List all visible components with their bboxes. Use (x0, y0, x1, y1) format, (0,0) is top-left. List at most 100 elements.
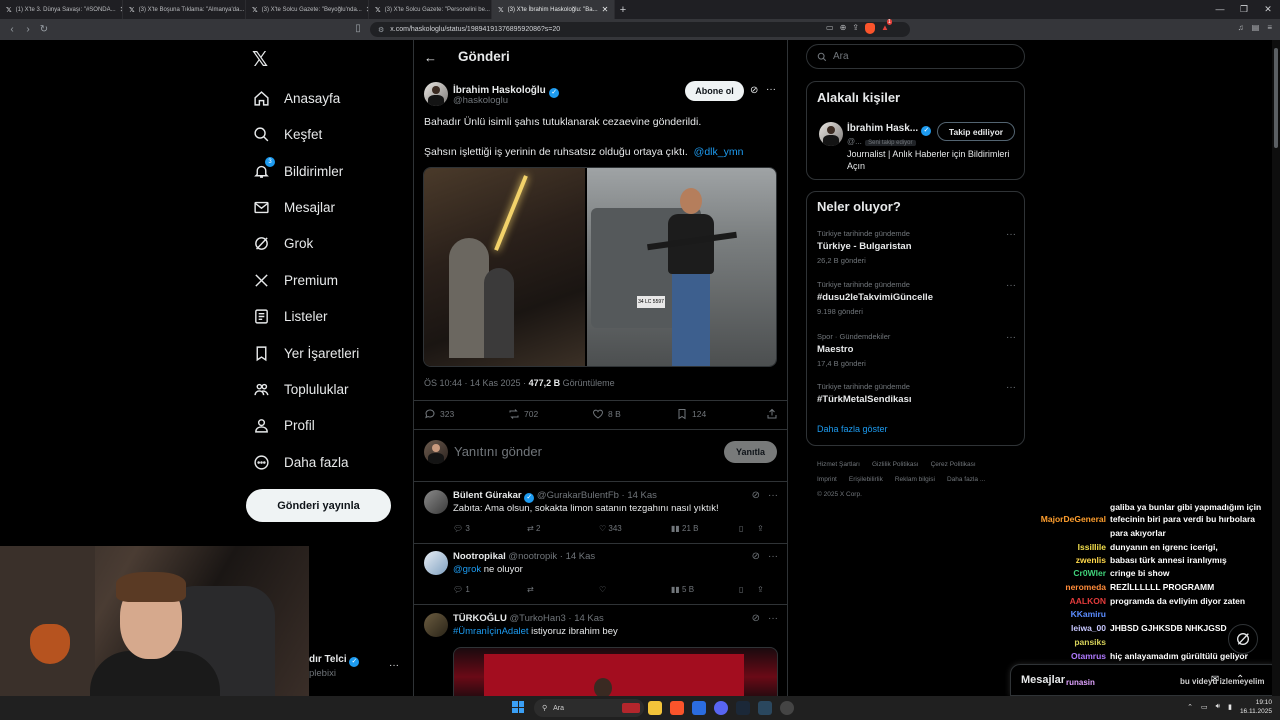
trend-item[interactable]: Türkiye tarihinde gündemde #dusu2leTakvi… (817, 280, 1016, 316)
reply-avatar[interactable] (424, 551, 448, 575)
app-icon[interactable] (692, 701, 706, 715)
discord-icon[interactable] (714, 701, 728, 715)
reply-mention[interactable]: #ÜmranİçinAdalet (453, 626, 529, 637)
grok-explain-icon[interactable]: ⊘ (752, 490, 760, 501)
related-avatar[interactable] (819, 122, 843, 146)
menu-icon[interactable]: ≡ (1267, 23, 1272, 32)
footer-link[interactable]: Gizlilik Politikası (872, 457, 919, 472)
nav-item-premium[interactable]: Premium (252, 268, 338, 292)
network-icon[interactable]: ▭ (1201, 703, 1208, 711)
obs-icon[interactable] (780, 701, 794, 715)
chevron-up-icon[interactable]: ⌃ (1187, 703, 1193, 711)
author-handle[interactable]: @haskologlu (453, 95, 508, 106)
nav-item-grok[interactable]: Grok (252, 231, 313, 255)
restore-icon[interactable]: ❐ (1232, 0, 1256, 19)
footer-link[interactable]: Imprint (817, 472, 837, 487)
browser-tab[interactable]: 𝕏 (3) X'te Solcu Gazete: "Personelini be… (369, 0, 492, 19)
tweet-photo-2[interactable]: 34 LC 5597 (587, 168, 776, 366)
reply-handle[interactable]: @GurakarBulentFb · 14 Kas (537, 490, 657, 501)
sidebar-toggle-icon[interactable]: ▤ (1252, 23, 1260, 32)
bookmark-action[interactable]: 124 (676, 408, 766, 420)
views-action[interactable]: ▮▮ 21 B (671, 524, 739, 533)
nav-item-profil[interactable]: Profil (252, 413, 315, 437)
scrollbar[interactable] (1272, 40, 1280, 696)
steam-icon[interactable] (758, 701, 772, 715)
clock[interactable]: 19:10 16.11.2025 (1240, 698, 1272, 716)
steam-icon[interactable] (736, 701, 750, 715)
bookmark-page-icon[interactable]: ▯ (350, 23, 366, 34)
reply-video[interactable] (453, 647, 778, 697)
like-action[interactable]: 8 B (592, 408, 676, 420)
reply-author[interactable]: Nootropikal (453, 551, 506, 562)
brave-icon[interactable] (670, 701, 684, 715)
x-logo[interactable]: 𝕏 (252, 47, 268, 72)
back-icon[interactable]: ‹ (4, 24, 20, 35)
reply-tweet[interactable]: Bülent Gürakar ✓ @GurakarBulentFb · 14 K… (424, 490, 778, 545)
minimize-icon[interactable]: — (1208, 0, 1232, 19)
reply-author[interactable]: TÜRKOĞLU (453, 613, 507, 624)
tweet-timestamp[interactable]: ÖS 10:44 · 14 Kas 2025 · (424, 378, 529, 388)
tab-close-icon[interactable]: ✕ (602, 5, 609, 14)
reply-action[interactable]: 323 (424, 408, 508, 420)
nav-item-yer-i-şaretleri[interactable]: Yer İşaretleri (252, 341, 359, 365)
nav-item-keşfet[interactable]: Keşfet (252, 122, 322, 146)
nav-item-bildirimler[interactable]: 3 Bildirimler (252, 157, 343, 183)
rewards-icon[interactable]: ▲ 1 (881, 19, 892, 34)
footer-link[interactable]: Hizmet Şartları (817, 457, 860, 472)
nav-item-anasayfa[interactable]: Anasayfa (252, 86, 340, 110)
site-info-icon[interactable]: ⚙ (378, 26, 384, 34)
more-icon[interactable]: ··· (1006, 382, 1016, 393)
like-action[interactable]: ♡ 343 (599, 524, 671, 533)
nav-item-daha-fazla[interactable]: Daha fazla (252, 450, 349, 474)
grok-fab-button[interactable] (1228, 624, 1258, 654)
reply-tweet[interactable]: Nootropikal @nootropik · 14 Kas ⊘ ··· @g… (424, 551, 778, 606)
share-icon[interactable]: ⇪ (852, 23, 859, 34)
more-icon[interactable]: ··· (768, 490, 778, 501)
playlist-icon[interactable]: ♫ (1238, 23, 1244, 32)
new-tab-button[interactable]: + (615, 4, 631, 16)
reply-avatar[interactable] (424, 490, 448, 514)
retweet-action[interactable]: ⇄ 2 (527, 524, 599, 533)
windows-start-icon[interactable] (512, 701, 524, 713)
browser-tab[interactable]: 𝕏 (3) X'te Solcu Gazete: "Beyoğlu'nda...… (246, 0, 369, 19)
zoom-icon[interactable]: ⊕ (840, 23, 847, 34)
nav-item-listeler[interactable]: Listeler (252, 304, 328, 328)
grok-explain-icon[interactable]: ⊘ (750, 85, 758, 96)
reload-icon[interactable]: ↻ (36, 24, 52, 35)
trend-item[interactable]: Türkiye tarihinde gündemde Türkiye - Bul… (817, 229, 1016, 265)
share-icon[interactable]: ⇪ (757, 585, 764, 594)
reply-input[interactable]: Yanıtını gönder (454, 444, 542, 459)
nav-item-topluluklar[interactable]: Topluluklar (252, 377, 349, 401)
browser-tab[interactable]: 𝕏 (3) X'te İbrahim Haskoloğlu: "Ba... ✕ (492, 0, 615, 19)
subscribe-button[interactable]: Abone ol (685, 81, 744, 101)
more-icon[interactable]: ··· (768, 551, 778, 562)
browser-tab[interactable]: 𝕏 (3) X'te Boşuna Tıklama: "Almanya'da..… (123, 0, 246, 19)
tweet-media[interactable]: 34 LC 5597 (423, 167, 777, 367)
footer-link[interactable]: Daha fazla ... (947, 472, 985, 487)
author-avatar[interactable] (424, 82, 448, 106)
share-icon[interactable]: ⇪ (757, 524, 764, 533)
trend-item[interactable]: Türkiye tarihinde gündemde #TürkMetalSen… (817, 382, 1016, 409)
share-action[interactable] (766, 408, 778, 420)
grok-explain-icon[interactable]: ⊘ (752, 613, 760, 624)
search-box[interactable]: Ara (806, 44, 1025, 69)
forward-icon[interactable]: › (20, 24, 36, 35)
taskbar-search[interactable]: ⚲ Ara (534, 699, 644, 717)
nav-item-mesajlar[interactable]: Mesajlar (252, 195, 335, 219)
grok-explain-icon[interactable]: ⊘ (752, 551, 760, 562)
more-icon[interactable]: ··· (766, 84, 776, 95)
reply-submit-button[interactable]: Yanıtla (724, 441, 777, 463)
trend-item[interactable]: Spor · Gündemdekiler Maestro 17,4 B gönd… (817, 332, 1016, 368)
reply-handle[interactable]: @TurkoHan3 · 14 Kas (509, 613, 603, 624)
account-name[interactable]: dır Telci ✓ (309, 654, 360, 667)
bookmark-icon[interactable]: ▯ (739, 585, 757, 594)
my-avatar[interactable] (424, 440, 448, 464)
back-arrow-icon[interactable]: ← (424, 50, 437, 65)
reply-handle[interactable]: @nootropik · 14 Kas (508, 551, 595, 562)
cast-icon[interactable]: ▭ (826, 23, 834, 34)
tweet-mention-link[interactable]: @dlk_ymn (694, 146, 744, 158)
battery-icon[interactable]: ▮ (1228, 703, 1232, 711)
reply-action[interactable]: 💬︎ 3 (453, 524, 527, 533)
following-button[interactable]: Takip ediliyor (937, 122, 1015, 141)
more-icon[interactable]: ··· (1006, 332, 1016, 343)
